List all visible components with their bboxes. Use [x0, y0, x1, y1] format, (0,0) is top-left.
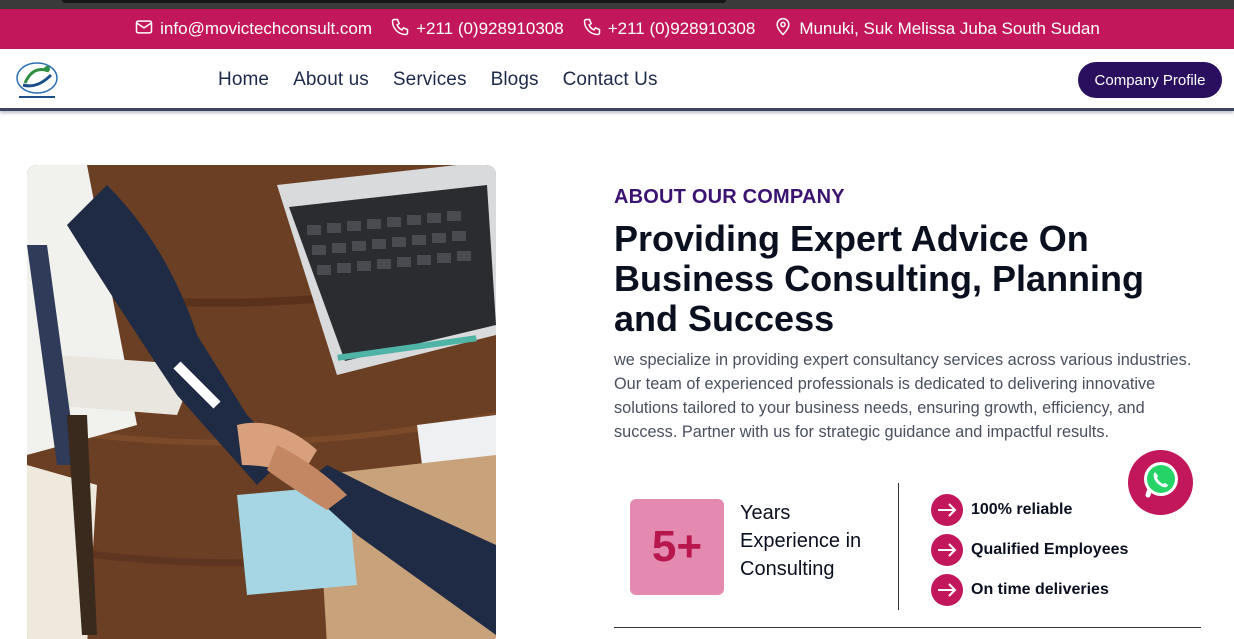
location-pin-icon: [773, 17, 793, 42]
topbar-phone-1[interactable]: +211 (0)928910308: [390, 17, 564, 42]
browser-top-strip: [0, 0, 1234, 9]
experience-label: Years Experience in Consulting: [740, 502, 862, 580]
topbar-email-text[interactable]: info@movictechconsult.com: [160, 19, 372, 39]
nav-item-blogs[interactable]: Blogs: [491, 69, 539, 91]
feature-item: Qualified Employees: [931, 530, 1128, 570]
phone-icon: [390, 17, 410, 42]
feature-label: 100% reliable: [971, 501, 1073, 518]
topbar-phone-2[interactable]: +211 (0)928910308: [582, 17, 756, 42]
experience-badge: 5+: [630, 499, 724, 595]
nav-item-home[interactable]: Home: [218, 69, 269, 91]
mail-icon: [134, 17, 154, 42]
topbar-phone-2-text[interactable]: +211 (0)928910308: [608, 19, 756, 39]
feature-item: 100% reliable: [931, 490, 1128, 530]
company-logo[interactable]: [11, 59, 63, 103]
topbar-address: Munuki, Suk Melissa Juba South Sudan: [773, 17, 1100, 42]
feature-item: On time deliveries: [931, 570, 1128, 610]
arrow-right-icon: [931, 534, 963, 566]
main-navigation: Home About us Services Blogs Contact Us …: [0, 49, 1234, 111]
nav-item-about[interactable]: About us: [293, 69, 369, 91]
browser-top-pill: [62, 0, 726, 3]
nav-item-services[interactable]: Services: [393, 69, 467, 91]
phone-icon: [582, 17, 602, 42]
topbar-address-text: Munuki, Suk Melissa Juba South Sudan: [799, 19, 1100, 38]
company-profile-button[interactable]: Company Profile: [1078, 62, 1222, 98]
section-heading: Providing Expert Advice On Business Cons…: [614, 218, 1145, 339]
arrow-right-icon: [931, 494, 963, 526]
whatsapp-icon: [1140, 459, 1182, 506]
vertical-divider: [898, 483, 899, 610]
whatsapp-button[interactable]: [1128, 450, 1193, 515]
contact-topbar: info@movictechconsult.com +211 (0)928910…: [0, 9, 1234, 49]
handshake-photo: [27, 165, 496, 639]
section-description: we specialize in providing expert consul…: [614, 351, 1192, 441]
nav-menu: Home About us Services Blogs Contact Us: [218, 49, 658, 111]
topbar-phone-1-text[interactable]: +211 (0)928910308: [416, 19, 564, 39]
topbar-email[interactable]: info@movictechconsult.com: [134, 17, 372, 42]
feature-list: 100% reliable Qualified Employees On tim…: [931, 490, 1128, 610]
section-eyebrow: ABOUT OUR COMPANY: [614, 186, 845, 208]
feature-label: On time deliveries: [971, 581, 1109, 598]
experience-value: 5+: [651, 522, 703, 571]
horizontal-divider: [614, 627, 1201, 628]
feature-label: Qualified Employees: [971, 541, 1129, 558]
arrow-right-icon: [931, 574, 963, 606]
nav-item-contact[interactable]: Contact Us: [563, 69, 658, 91]
